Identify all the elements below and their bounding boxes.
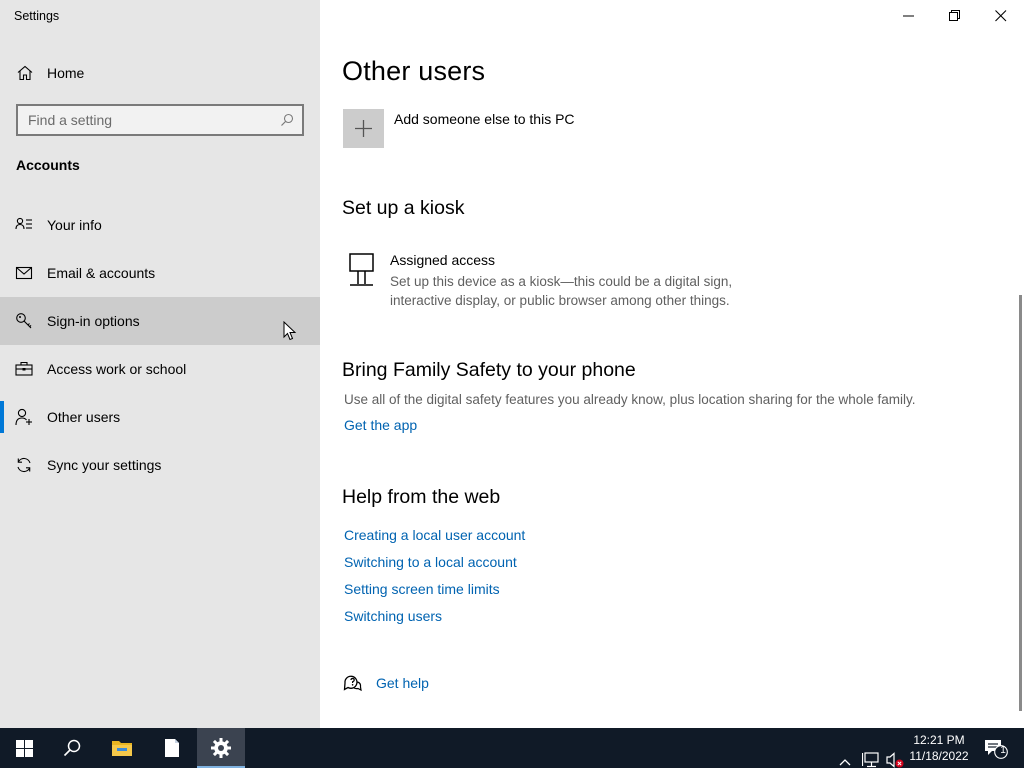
- sidebar-item-label: Email & accounts: [47, 265, 156, 281]
- selection-indicator: [0, 401, 4, 433]
- taskbar: 12:21 PM 11/18/2022 1: [0, 728, 1024, 768]
- family-safety-heading: Bring Family Safety to your phone: [342, 359, 636, 381]
- sidebar-item-sign-in-options[interactable]: Sign-in options: [0, 297, 320, 345]
- minimize-icon: [903, 15, 914, 17]
- sidebar-item-label: Other users: [47, 409, 121, 425]
- add-user-label[interactable]: Add someone else to this PC: [394, 111, 575, 127]
- windows-logo-icon: [16, 740, 33, 757]
- app-title: Settings: [14, 9, 60, 23]
- get-the-app-link[interactable]: Get the app: [344, 417, 417, 433]
- sidebar-item-your-info[interactable]: Your info: [0, 201, 320, 249]
- assigned-access-title[interactable]: Assigned access: [390, 252, 495, 268]
- key-icon: [16, 313, 32, 329]
- sidebar-item-label: Access work or school: [47, 361, 187, 377]
- briefcase-icon: [15, 361, 33, 376]
- add-user-button[interactable]: [343, 109, 384, 148]
- notepad-button[interactable]: [148, 728, 196, 768]
- get-help-link[interactable]: Get help: [376, 675, 429, 691]
- restore-button[interactable]: [932, 0, 978, 32]
- search-icon: [63, 739, 81, 757]
- kiosk-heading: Set up a kiosk: [342, 197, 465, 219]
- network-icon[interactable]: [862, 740, 880, 768]
- search-box[interactable]: [16, 104, 304, 136]
- clock-date: 11/18/2022: [909, 749, 969, 763]
- plus-icon: [355, 120, 372, 137]
- volume-muted-icon[interactable]: [886, 740, 904, 768]
- help-link-switching-users[interactable]: Switching users: [344, 608, 442, 624]
- taskbar-search-button[interactable]: [48, 728, 96, 768]
- help-link-create-local-account[interactable]: Creating a local user account: [344, 527, 525, 543]
- assigned-access-description: Set up this device as a kiosk—this could…: [390, 274, 733, 308]
- search-input[interactable]: [18, 106, 276, 134]
- chevron-up-icon[interactable]: [838, 742, 852, 768]
- sync-icon: [17, 457, 31, 473]
- gear-icon: [211, 738, 231, 758]
- page-title: Other users: [342, 56, 486, 86]
- sidebar-item-sync-settings[interactable]: Sync your settings: [0, 441, 320, 489]
- clock-time: 12:21 PM: [913, 733, 965, 747]
- home-label: Home: [47, 65, 85, 81]
- sidebar-item-label: Sign-in options: [47, 313, 140, 329]
- sidebar-item-email-accounts[interactable]: Email & accounts: [0, 249, 320, 297]
- folder-icon: [112, 741, 132, 756]
- taskbar-clock[interactable]: 12:21 PM 11/18/2022: [904, 732, 974, 764]
- help-link-switch-local-account[interactable]: Switching to a local account: [344, 554, 517, 570]
- family-safety-text: Use all of the digital safety features y…: [344, 392, 916, 407]
- sidebar-item-other-users[interactable]: Other users: [0, 393, 320, 441]
- document-icon: [165, 739, 179, 757]
- scrollbar[interactable]: [1019, 295, 1022, 711]
- restore-icon: [949, 10, 960, 21]
- search-icon[interactable]: [280, 113, 294, 127]
- person-add-icon: [15, 408, 32, 426]
- kiosk-icon[interactable]: [348, 253, 376, 287]
- help-link-screen-time[interactable]: Setting screen time limits: [344, 581, 500, 597]
- mouse-cursor-icon: [283, 321, 297, 341]
- settings-taskbar-button[interactable]: [197, 728, 245, 768]
- sidebar-item-label: Your info: [47, 217, 102, 233]
- start-button[interactable]: [0, 728, 48, 768]
- home-nav-item[interactable]: Home: [0, 54, 320, 92]
- close-button[interactable]: [978, 0, 1024, 32]
- action-center-button[interactable]: 1: [976, 728, 1024, 768]
- contact-card-icon: [15, 217, 32, 230]
- file-explorer-button[interactable]: [98, 728, 146, 768]
- close-icon: [995, 10, 1007, 22]
- section-title-accounts: Accounts: [16, 157, 80, 173]
- notification-count: 1: [1000, 745, 1006, 756]
- sidebar-item-label: Sync your settings: [47, 457, 162, 473]
- help-heading: Help from the web: [342, 486, 501, 508]
- get-help-icon: [343, 675, 362, 692]
- minimize-button[interactable]: [886, 0, 932, 32]
- sidebar-item-access-work[interactable]: Access work or school: [0, 345, 320, 393]
- mail-icon: [15, 266, 33, 280]
- home-icon: [17, 65, 33, 81]
- sidebar: Settings Home Accounts Your info Email &…: [0, 0, 320, 728]
